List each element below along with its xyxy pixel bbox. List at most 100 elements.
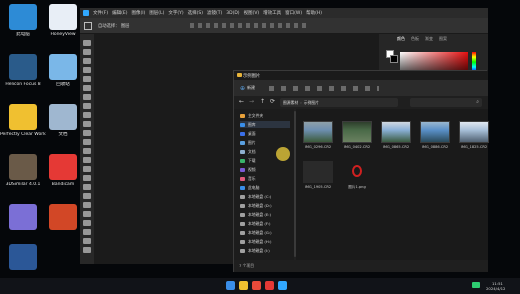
desktop-shortcut[interactable] — [0, 244, 46, 272]
refresh-icon[interactable]: ⟳ — [270, 98, 275, 105]
menu-item[interactable]: 编辑(E) — [112, 10, 127, 16]
menu-item[interactable]: 选择(S) — [188, 10, 203, 16]
photoshop-icon[interactable] — [278, 281, 287, 290]
tool-icon[interactable] — [83, 58, 91, 64]
nav-item[interactable]: 桌面 — [240, 130, 256, 137]
nav-item[interactable]: 本地磁盘 (E:) — [240, 211, 271, 218]
computer-icon — [9, 4, 37, 30]
tool-icon[interactable] — [83, 103, 91, 109]
tool-icon[interactable] — [83, 121, 91, 127]
menu-item[interactable]: 图层(L) — [149, 10, 164, 16]
panel-tab[interactable]: 色板 — [411, 36, 419, 42]
forward-arrow-icon[interactable]: → — [249, 98, 254, 105]
photoshop-logo-icon[interactable] — [83, 10, 89, 16]
nav-item[interactable]: 文档 — [240, 148, 256, 155]
file-name: 图片1.png — [348, 185, 366, 189]
documents-icon — [49, 104, 77, 130]
new-button-label: 新建 — [247, 85, 256, 90]
tool-icon[interactable] — [83, 139, 91, 145]
nav-item-label: 主文件夹 — [248, 112, 264, 118]
menu-item[interactable]: 窗口(W) — [285, 10, 302, 16]
tool-icon[interactable] — [83, 202, 91, 208]
tool-icon[interactable] — [83, 166, 91, 172]
file-item[interactable]: 图片1.png — [338, 161, 376, 195]
one-app-icon — [9, 204, 37, 230]
tool-icon[interactable] — [83, 85, 91, 91]
nav-item[interactable]: 音乐 — [240, 175, 256, 182]
menu-item[interactable]: 文件(F) — [93, 10, 108, 16]
menu-item[interactable]: 增效工具 — [263, 10, 281, 16]
panel-tab[interactable]: 渐变 — [425, 36, 433, 42]
gallery-icon — [240, 122, 245, 127]
tool-icon[interactable] — [83, 148, 91, 154]
word-icon — [9, 244, 37, 270]
nav-item[interactable]: 本地磁盘 (C:) — [240, 193, 271, 200]
nav-item[interactable]: 下载 — [240, 157, 256, 164]
tool-icon[interactable] — [83, 184, 91, 190]
nav-item[interactable]: 图片 — [240, 139, 256, 146]
file-explorer-icon[interactable] — [239, 281, 248, 290]
breadcrumb-item[interactable]: 图源素材 — [283, 100, 298, 106]
nav-item[interactable]: 本地磁盘 (F:) — [240, 220, 271, 227]
chrome-icon[interactable] — [252, 281, 261, 290]
nav-item-label: 下载 — [248, 157, 256, 163]
file-item[interactable]: IMG_1825.CR2 — [455, 121, 493, 155]
nav-item[interactable]: 视频 — [240, 166, 256, 173]
tool-icon[interactable] — [83, 193, 91, 199]
background-color-swatch[interactable] — [390, 55, 398, 63]
tool-icon[interactable] — [83, 112, 91, 118]
tool-icon[interactable] — [83, 229, 91, 235]
bandicam-icon[interactable] — [265, 281, 274, 290]
tool-icon[interactable] — [83, 49, 91, 55]
nav-item[interactable]: 主文件夹 — [240, 112, 263, 119]
nav-item[interactable]: 本地磁盘 (I:) — [240, 247, 270, 254]
menu-item[interactable]: 帮助(H) — [306, 10, 322, 16]
align-icons[interactable] — [190, 23, 310, 28]
nav-item[interactable]: 本地磁盘 (H:) — [240, 238, 272, 245]
menu-item[interactable]: 视图(V) — [244, 10, 260, 16]
file-item[interactable]: IMG_0402.CR2 — [338, 121, 376, 155]
command-icons[interactable] — [269, 85, 380, 91]
menu-item[interactable]: 图像(I) — [131, 10, 145, 16]
tool-icon[interactable] — [83, 247, 91, 253]
move-tool-icon[interactable] — [84, 22, 92, 30]
up-arrow-icon[interactable]: ↑ — [260, 98, 265, 105]
panel-tab[interactable]: 颜色 — [397, 36, 405, 42]
back-arrow-icon[interactable]: ← — [239, 98, 244, 105]
tool-icon[interactable] — [83, 67, 91, 73]
tool-icon[interactable] — [83, 238, 91, 244]
file-item[interactable]: IMG_0865.CR2 — [377, 121, 415, 155]
file-item[interactable]: IMG_1905.CR2 — [299, 161, 337, 195]
tool-icon[interactable] — [83, 220, 91, 226]
menu-item[interactable]: 文字(Y) — [168, 10, 183, 16]
tool-icon[interactable] — [83, 94, 91, 100]
tray-app-icon[interactable] — [472, 282, 480, 288]
tool-icon[interactable] — [83, 130, 91, 136]
system-tray: 11:51 2024/4/12 — [470, 280, 516, 292]
search-box[interactable]: ⌕ — [410, 98, 482, 107]
nav-item[interactable]: 本地磁盘 (D:) — [240, 202, 272, 209]
nav-item[interactable]: 图库 — [240, 121, 290, 128]
helicon-focus-icon — [9, 54, 37, 80]
explorer-tab-title[interactable]: 示例图片 — [243, 73, 260, 79]
nav-item[interactable]: 本地磁盘 (G:) — [240, 229, 272, 236]
explorer-status-bar: 7 个项目 — [234, 260, 488, 272]
clock-date[interactable]: 2024/4/12 — [486, 286, 505, 291]
windows-start-icon[interactable] — [226, 281, 235, 290]
file-item[interactable]: IMG_0296.CR2 — [299, 121, 337, 155]
tool-icon[interactable] — [83, 157, 91, 163]
address-bar[interactable]: 图源素材 › 示例图片 — [280, 98, 398, 107]
panel-tab[interactable]: 图案 — [439, 36, 447, 42]
menu-item[interactable]: 3D(D) — [226, 11, 239, 16]
menu-item[interactable]: 滤镜(T) — [207, 10, 222, 16]
tool-icon[interactable] — [83, 40, 91, 46]
explorer-title-bar: 示例图片 — [234, 71, 488, 80]
tool-icon[interactable] — [83, 175, 91, 181]
new-button[interactable]: ⊕ 新建 — [240, 85, 255, 92]
tool-icon[interactable] — [83, 211, 91, 217]
file-item[interactable]: IMG_0886.CR2 — [416, 121, 454, 155]
tool-icon[interactable] — [83, 76, 91, 82]
nav-item-label: 本地磁盘 (G:) — [248, 229, 272, 235]
nav-item[interactable]: 此电脑 — [240, 184, 259, 191]
breadcrumb-item[interactable]: 示例图片 — [304, 100, 319, 106]
